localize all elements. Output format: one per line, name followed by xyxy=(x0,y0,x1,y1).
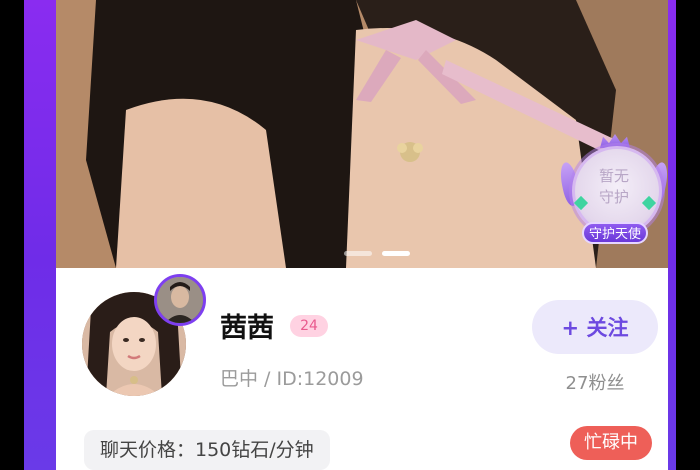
location-id: 巴中 / ID:12009 xyxy=(220,368,364,390)
guardian-empty-text: 暂无 守护 xyxy=(598,167,629,206)
carousel-indicator xyxy=(344,251,410,259)
app-frame: 暂无 守护 守护天使 茜茜 24 巴中 / ID:12009 + 关注 27粉丝… xyxy=(24,0,676,470)
carousel-dot[interactable] xyxy=(344,251,372,256)
carousel-dot-active[interactable] xyxy=(382,251,410,256)
guardian-angel-label: 守护天使 xyxy=(582,222,648,244)
profile-card: 茜茜 24 巴中 / ID:12009 + 关注 27粉丝 聊天价格：150钻石… xyxy=(56,268,668,470)
mini-avatar[interactable] xyxy=(154,274,206,326)
chat-price: 聊天价格：150钻石/分钟 xyxy=(84,430,330,470)
user-name: 茜茜 xyxy=(220,313,274,344)
status-badge: 忙碌中 xyxy=(570,426,652,460)
profile-photo[interactable]: 暂无 守护 守护天使 xyxy=(56,0,668,268)
follow-button[interactable]: + 关注 xyxy=(532,300,658,354)
fans-count: 27粉丝 xyxy=(565,373,625,394)
mini-avatar-illustration xyxy=(157,277,203,323)
age-badge: 24 xyxy=(290,315,328,337)
guardian-badge[interactable]: 暂无 守护 守护天使 xyxy=(557,132,668,250)
